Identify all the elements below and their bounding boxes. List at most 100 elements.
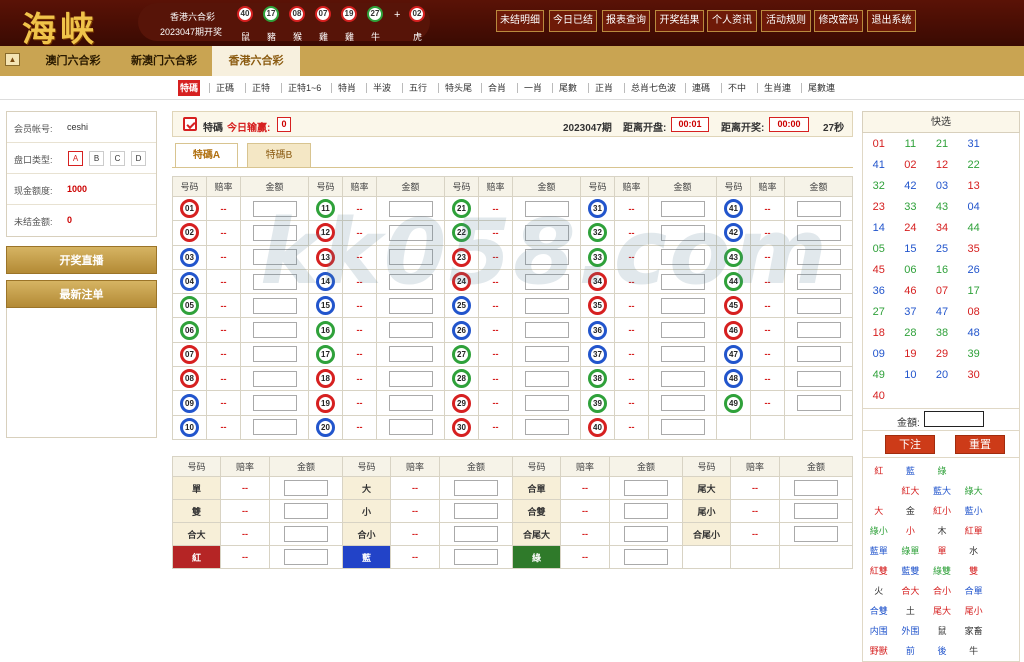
amount-input[interactable] (524, 419, 569, 436)
play-tab[interactable]: 总肖七色波 (629, 80, 678, 96)
quick-category[interactable]: 紅 (863, 461, 895, 481)
nav-button[interactable]: 今日已结 (549, 10, 597, 32)
quick-category[interactable]: 綠小 (863, 521, 895, 541)
amount-input[interactable] (252, 322, 297, 339)
quick-number[interactable]: 23 (863, 197, 895, 218)
play-tab[interactable]: 半波 (371, 80, 393, 96)
nav-button[interactable]: 开奖结果 (655, 10, 704, 32)
amount-input[interactable] (660, 419, 705, 436)
play-tab[interactable]: 尾數連 (806, 80, 837, 96)
quick-category[interactable]: 綠大 (958, 481, 990, 501)
amount-input[interactable] (624, 549, 668, 565)
quick-number[interactable]: 31 (958, 134, 990, 155)
quick-number[interactable]: 22 (958, 155, 990, 176)
amount-input[interactable] (624, 526, 668, 542)
lottery-tab[interactable]: 新澳门六合彩 (120, 46, 208, 76)
quick-category[interactable]: 水 (958, 541, 990, 561)
amount-input[interactable] (252, 346, 297, 363)
quick-category[interactable]: 紅單 (958, 521, 990, 541)
quick-number[interactable]: 34 (926, 218, 958, 239)
quick-number[interactable]: 04 (958, 197, 990, 218)
amount-input[interactable] (794, 503, 838, 519)
quick-category[interactable]: 紅大 (895, 481, 927, 501)
quick-number[interactable]: 37 (895, 302, 927, 323)
amount-input[interactable] (660, 224, 705, 241)
play-tab[interactable]: 五行 (407, 80, 429, 96)
quick-number[interactable]: 28 (895, 323, 927, 344)
amount-input[interactable] (794, 480, 838, 496)
amount-input[interactable] (660, 249, 705, 266)
play-tab[interactable]: 合肖 (486, 80, 508, 96)
nav-button[interactable]: 退出系统 (867, 10, 916, 32)
latest-bets-button[interactable]: 最新注单 (6, 280, 157, 308)
quick-number[interactable]: 08 (958, 302, 990, 323)
play-tab[interactable]: 正特1~6 (286, 80, 323, 96)
amount-input[interactable] (524, 200, 569, 217)
amount-input[interactable] (796, 273, 841, 290)
quick-number[interactable]: 46 (895, 281, 927, 302)
quick-number[interactable]: 43 (926, 197, 958, 218)
quick-category[interactable]: 金 (895, 501, 927, 521)
play-tab[interactable]: 正特 (250, 80, 272, 96)
quick-category[interactable]: 牛 (958, 641, 990, 661)
amount-input[interactable] (388, 249, 433, 266)
amount-input[interactable] (660, 273, 705, 290)
lottery-tab[interactable]: 澳门六合彩 (28, 46, 118, 76)
quick-number[interactable]: 49 (863, 365, 895, 386)
quick-number[interactable]: 03 (926, 176, 958, 197)
quick-category[interactable]: 火 (863, 581, 895, 601)
amount-input[interactable] (454, 480, 498, 496)
amount-input[interactable] (252, 395, 297, 412)
quick-number[interactable]: 41 (863, 155, 895, 176)
quick-category[interactable]: 外围 (895, 621, 927, 641)
amount-input[interactable] (388, 322, 433, 339)
quick-number[interactable]: 12 (926, 155, 958, 176)
amount-input[interactable] (924, 411, 984, 427)
quick-category[interactable]: 藍大 (926, 481, 958, 501)
amount-input[interactable] (796, 249, 841, 266)
amount-input[interactable] (624, 480, 668, 496)
quick-number[interactable]: 17 (958, 281, 990, 302)
quick-category[interactable]: 單 (926, 541, 958, 561)
amount-input[interactable] (524, 249, 569, 266)
quick-number[interactable]: 15 (895, 239, 927, 260)
quick-number[interactable]: 44 (958, 218, 990, 239)
quick-number[interactable]: 36 (863, 281, 895, 302)
amount-input[interactable] (624, 503, 668, 519)
quick-category[interactable]: 内围 (863, 621, 895, 641)
quick-category[interactable]: 綠 (926, 461, 958, 481)
amount-input[interactable] (524, 346, 569, 363)
amount-input[interactable] (796, 346, 841, 363)
amount-input[interactable] (524, 297, 569, 314)
amount-input[interactable] (660, 297, 705, 314)
plate-type-option[interactable]: C (110, 151, 125, 166)
amount-input[interactable] (388, 395, 433, 412)
quick-number[interactable]: 13 (958, 176, 990, 197)
amount-input[interactable] (388, 419, 433, 436)
amount-input[interactable] (660, 322, 705, 339)
quick-number[interactable]: 40 (863, 386, 895, 407)
quick-number[interactable]: 14 (863, 218, 895, 239)
quick-number[interactable]: 05 (863, 239, 895, 260)
quick-category[interactable]: 大 (863, 501, 895, 521)
quick-number[interactable]: 09 (863, 344, 895, 365)
amount-input[interactable] (796, 224, 841, 241)
quick-number[interactable]: 21 (926, 134, 958, 155)
amount-input[interactable] (284, 526, 328, 542)
amount-input[interactable] (796, 200, 841, 217)
play-tab[interactable]: 連碼 (690, 80, 712, 96)
quick-category[interactable]: 綠雙 (926, 561, 958, 581)
amount-input[interactable] (796, 395, 841, 412)
tab-special-a[interactable]: 特碼A (175, 143, 238, 167)
play-tab[interactable]: 特肖 (336, 80, 358, 96)
quick-category[interactable]: 紅小 (926, 501, 958, 521)
amount-input[interactable] (524, 322, 569, 339)
live-draw-button[interactable]: 开奖直播 (6, 246, 157, 274)
amount-input[interactable] (388, 370, 433, 387)
amount-input[interactable] (284, 480, 328, 496)
tab-special-b[interactable]: 特碼B (247, 143, 311, 167)
play-tab[interactable]: 正碼 (214, 80, 236, 96)
quick-category[interactable]: 尾大 (926, 601, 958, 621)
quick-category[interactable]: 合小 (926, 581, 958, 601)
quick-number[interactable]: 32 (863, 176, 895, 197)
